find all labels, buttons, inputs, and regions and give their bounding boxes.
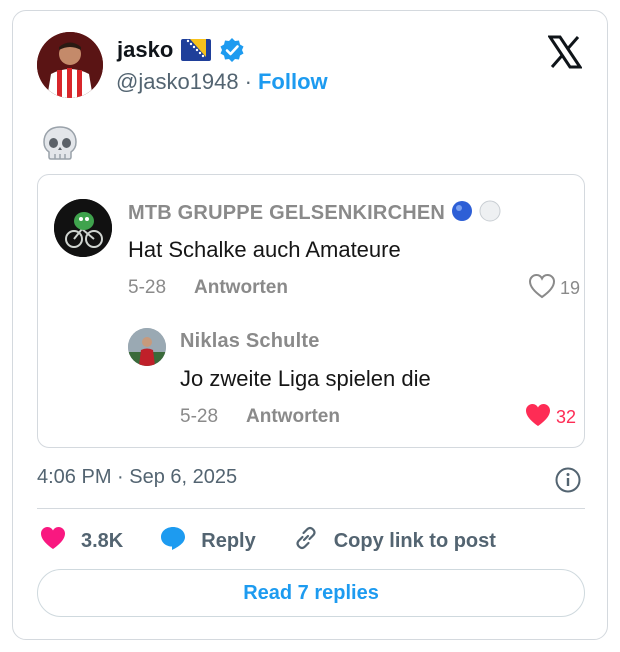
comment-2-reply-link[interactable]: Antworten: [246, 406, 340, 428]
reply-bubble-icon: [159, 525, 187, 557]
copy-link-label: Copy link to post: [333, 529, 496, 552]
comment-2-author: Niklas Schulte: [180, 330, 320, 352]
read-replies-button[interactable]: Read 7 replies: [37, 569, 585, 617]
comment-1-meta: 5-28 Antworten: [128, 277, 288, 299]
heart-icon: [39, 525, 67, 557]
copy-link-button[interactable]: Copy link to post: [292, 524, 496, 558]
comment-2-like-count: 32: [556, 407, 577, 427]
comment-1-text: Hat Schalke auch Amateure: [128, 237, 401, 262]
bosnia-flag-icon: [181, 39, 212, 61]
handle-separator: ·: [244, 69, 252, 94]
comment-2-text: Jo zweite Liga spielen die: [180, 366, 431, 391]
reply-button[interactable]: Reply: [159, 525, 256, 557]
author-handle[interactable]: @jasko1948: [116, 69, 239, 95]
post-timestamp[interactable]: 4:06 PM · Sep 6, 2025: [37, 466, 237, 489]
quoted-screenshot[interactable]: MTB GRUPPE GELSENKIRCHEN Hat Schalke auc…: [37, 174, 585, 448]
comment-2-meta: 5-28 Antworten: [180, 406, 340, 428]
divider: [37, 508, 585, 509]
comment-1-avatar: [54, 199, 112, 257]
comment-1-reply-link[interactable]: Antworten: [194, 277, 288, 299]
author-handle-row: @jasko1948 · Follow: [116, 69, 328, 95]
action-bar: 3.8K Reply Copy link to post: [39, 524, 532, 558]
skull-icon: [40, 123, 80, 163]
comment-1-like-count: 19: [560, 278, 581, 298]
heart-filled-icon: [524, 402, 552, 433]
reply-label: Reply: [201, 529, 256, 552]
verified-badge-icon: [219, 37, 245, 63]
link-icon: [292, 524, 320, 558]
comment-2-avatar: [128, 328, 166, 366]
comment-1-author: MTB GRUPPE GELSENKIRCHEN: [128, 202, 446, 224]
white-circle-icon: [479, 200, 501, 227]
info-icon[interactable]: [554, 466, 582, 494]
comment-2-date: 5-28: [180, 406, 219, 427]
blue-circle-icon: [451, 200, 473, 227]
post-card: jasko @jasko1948 · Follow MTB GRUPPE GEL…: [12, 10, 608, 640]
comment-2-like[interactable]: 32: [524, 402, 576, 433]
comment-1-like[interactable]: 19: [528, 273, 580, 304]
author-name[interactable]: jasko: [117, 37, 173, 63]
like-count: 3.8K: [81, 529, 124, 552]
follow-button[interactable]: Follow: [258, 69, 328, 95]
comment-1-date: 5-28: [128, 277, 167, 298]
comment-1-name-row: MTB GRUPPE GELSENKIRCHEN: [128, 200, 501, 227]
like-button[interactable]: 3.8K: [39, 525, 123, 557]
author-name-row: jasko: [117, 35, 245, 65]
author-avatar[interactable]: [37, 32, 103, 98]
heart-outline-icon: [528, 273, 556, 304]
x-logo-icon[interactable]: [547, 35, 583, 69]
